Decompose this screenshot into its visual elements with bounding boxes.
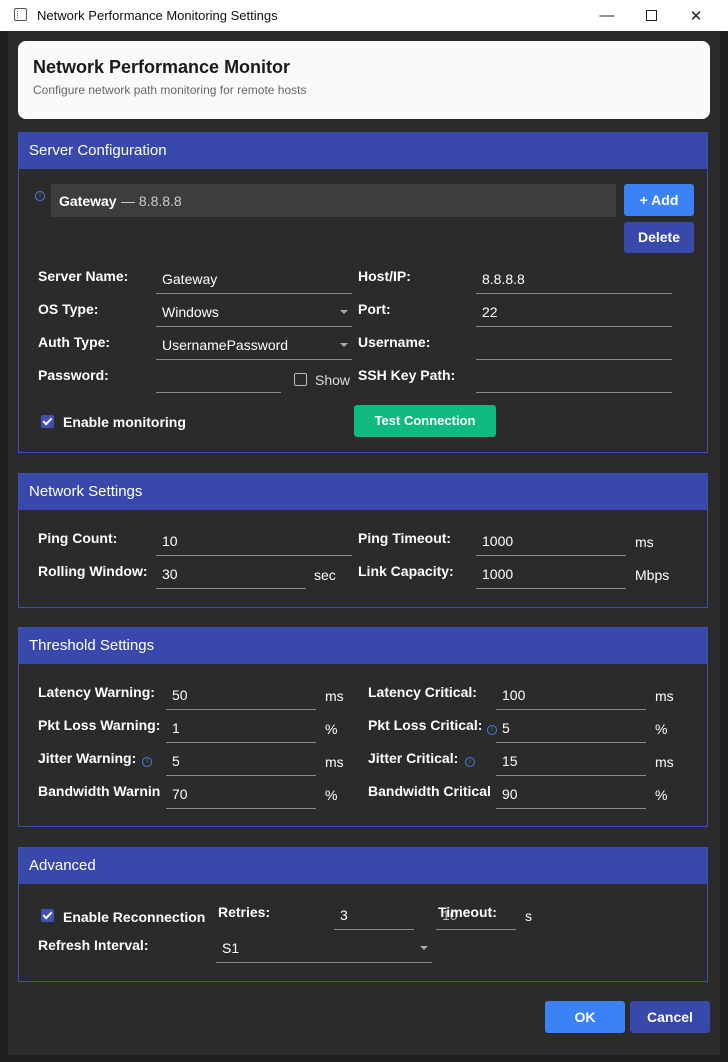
port-input[interactable]: 22	[476, 295, 672, 327]
section-title: Network Settings	[19, 474, 707, 510]
os-type-select[interactable]: Windows	[156, 295, 352, 327]
app-icon	[14, 8, 27, 21]
bandwidth-critical-input[interactable]: 90	[496, 777, 646, 809]
chevron-down-icon	[340, 310, 348, 314]
enable-monitoring-label: Enable monitoring	[63, 414, 186, 430]
refresh-interval-select[interactable]: S1	[216, 931, 432, 963]
ping-timeout-input[interactable]: 1000	[476, 524, 626, 556]
server-name-label: Server Name:	[38, 268, 129, 284]
rolling-window-unit: sec	[314, 567, 336, 583]
test-connection-button[interactable]: Test Connection	[354, 405, 496, 437]
ping-timeout-unit: ms	[635, 534, 654, 550]
maximize-icon[interactable]	[628, 0, 674, 31]
latency-warning-unit: ms	[325, 688, 344, 704]
enable-reconnection-checkbox[interactable]	[41, 909, 54, 922]
jitter-warning-label: Jitter Warning:	[38, 750, 137, 766]
username-input[interactable]	[476, 328, 672, 360]
page-subtitle: Configure network path monitoring for re…	[33, 83, 307, 97]
info-icon: i	[465, 757, 475, 767]
jitter-warning-input[interactable]: 5	[166, 744, 316, 776]
host-input[interactable]: 8.8.8.8	[476, 262, 672, 294]
rolling-window-label: Rolling Window:	[38, 563, 148, 579]
page-title: Network Performance Monitor	[33, 57, 291, 77]
section-title: Threshold Settings	[19, 628, 707, 664]
window-title: Network Performance Monitoring Settings	[37, 8, 278, 23]
packet-loss-critical-unit: %	[655, 721, 668, 737]
password-input[interactable]	[156, 361, 281, 393]
link-capacity-unit: Mbps	[635, 567, 670, 583]
link-capacity-label: Link Capacity:	[358, 563, 454, 579]
bandwidth-critical-label: Bandwidth Critical	[368, 783, 491, 799]
title-bar: Network Performance Monitoring Settings …	[0, 0, 728, 31]
bandwidth-critical-unit: %	[655, 787, 668, 803]
chevron-down-icon	[340, 343, 348, 347]
password-label: Password:	[38, 367, 109, 383]
packet-loss-warning-unit: %	[325, 721, 338, 737]
close-icon[interactable]: ✕	[673, 0, 719, 31]
section-title: Server Configuration	[19, 133, 707, 169]
jitter-warning-unit: ms	[325, 754, 344, 770]
latency-warning-input[interactable]: 50	[166, 678, 316, 710]
packet-loss-warning-input[interactable]: 1	[166, 711, 316, 743]
timeout-label: Timeout:	[438, 904, 497, 920]
host-label: Host/IP:	[358, 268, 411, 284]
auth-type-label: Auth Type:	[38, 334, 111, 350]
info-icon: i	[35, 191, 45, 201]
username-label: Username:	[358, 334, 431, 350]
latency-critical-label: Latency Critical:	[368, 684, 477, 700]
header-card: Network Performance Monitor Configure ne…	[18, 41, 710, 119]
show-password-checkbox[interactable]	[294, 373, 307, 386]
ok-button[interactable]: OK	[545, 1001, 625, 1033]
timeout-unit: s	[525, 908, 532, 924]
info-icon: i	[142, 757, 152, 767]
bandwidth-warning-label: Bandwidth Warnin	[38, 783, 161, 799]
latency-warning-label: Latency Warning:	[38, 684, 155, 700]
ping-count-input[interactable]: 10	[156, 524, 352, 556]
server-list-item[interactable]: Gateway — 8.8.8.8	[51, 184, 616, 217]
ssh-key-label: SSH Key Path:	[358, 367, 456, 383]
retries-input[interactable]: 3	[334, 898, 414, 930]
packet-loss-warning-label: Pkt Loss Warning:	[38, 717, 161, 733]
refresh-interval-label: Refresh Interval:	[38, 937, 149, 953]
ssh-key-input[interactable]	[476, 361, 672, 393]
latency-critical-input[interactable]: 100	[496, 678, 646, 710]
show-password-label: Show	[315, 372, 351, 388]
ping-timeout-label: Ping Timeout:	[358, 530, 452, 546]
bandwidth-warning-input[interactable]: 70	[166, 777, 316, 809]
enable-monitoring-checkbox[interactable]	[41, 415, 54, 428]
jitter-critical-label: Jitter Critical:	[368, 750, 459, 766]
server-list-host: — 8.8.8.8	[121, 193, 182, 209]
add-server-button[interactable]: + Add	[624, 184, 694, 216]
os-type-label: OS Type:	[38, 301, 99, 317]
ping-count-label: Ping Count:	[38, 530, 118, 546]
enable-reconnection-label: Enable Reconnection	[63, 909, 206, 925]
minimize-icon[interactable]: —	[584, 0, 630, 31]
server-name-input[interactable]: Gateway	[156, 262, 352, 294]
section-title: Advanced	[19, 848, 707, 884]
packet-loss-critical-label: Pkt Loss Critical:	[368, 717, 483, 733]
delete-server-button[interactable]: Delete	[624, 222, 694, 253]
server-list-name: Gateway	[59, 193, 117, 209]
bandwidth-warning-unit: %	[325, 787, 338, 803]
port-label: Port:	[358, 301, 391, 317]
rolling-window-input[interactable]: 30	[156, 557, 306, 589]
link-capacity-input[interactable]: 1000	[476, 557, 626, 589]
chevron-down-icon	[420, 946, 428, 950]
cancel-button[interactable]: Cancel	[630, 1001, 710, 1033]
latency-critical-unit: ms	[655, 688, 674, 704]
jitter-critical-unit: ms	[655, 754, 674, 770]
packet-loss-critical-input[interactable]: 5	[496, 711, 646, 743]
auth-type-select[interactable]: UsernamePassword	[156, 328, 352, 360]
retries-label: Retries:	[218, 904, 271, 920]
jitter-critical-input[interactable]: 15	[496, 744, 646, 776]
